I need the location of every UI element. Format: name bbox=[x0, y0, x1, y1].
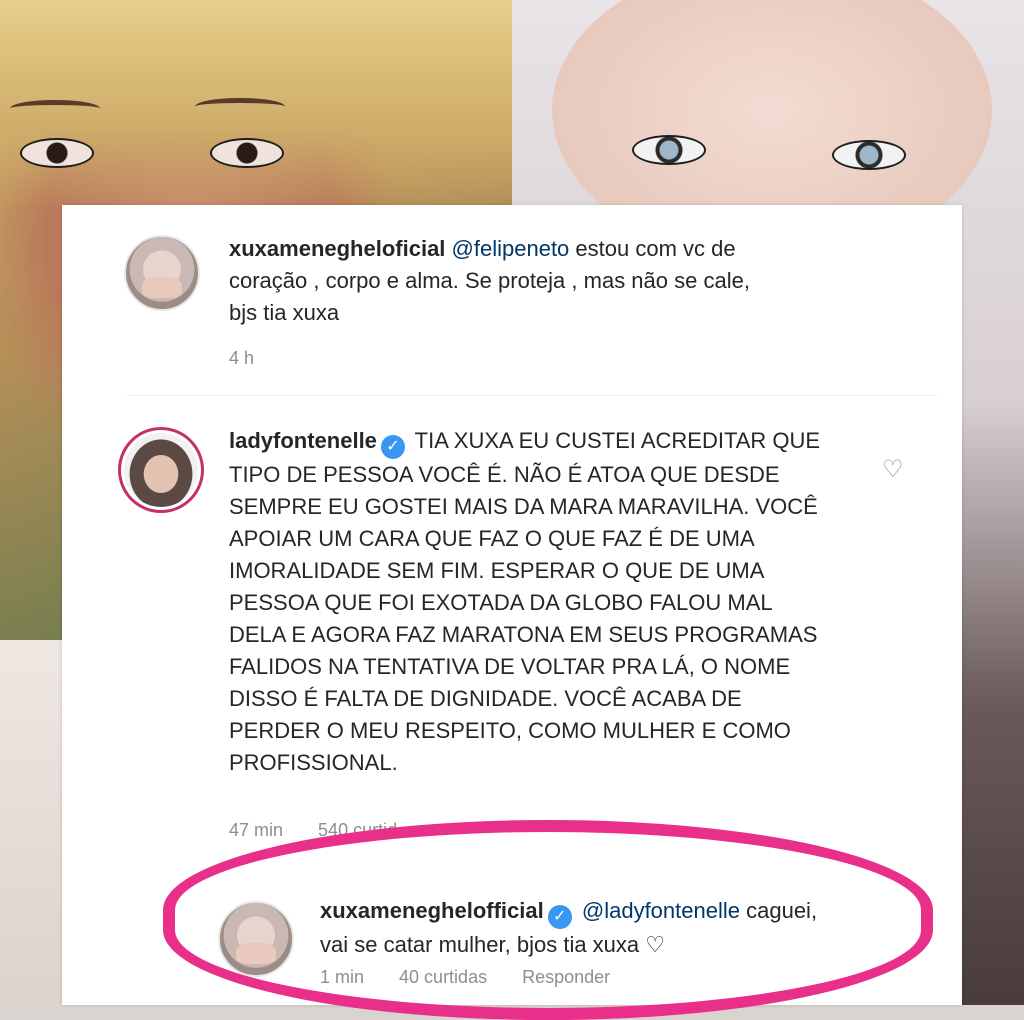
shirt-shape bbox=[0, 640, 70, 1005]
comment-meta: 4 h bbox=[229, 348, 284, 369]
eye-right bbox=[832, 140, 906, 170]
verified-badge-icon: ✓ bbox=[380, 435, 405, 459]
comment-line: FALIDOS NA TENTATIVA DE VOLTAR PRA LÁ, O… bbox=[229, 654, 791, 679]
comment-line: IMORALIDADE SEM FIM. ESPERAR O QUE DE UM… bbox=[229, 558, 765, 583]
avatar[interactable] bbox=[124, 235, 200, 311]
comment-line: SEMPRE EU GOSTEI MAIS DA MARA MARAVILHA.… bbox=[229, 494, 818, 519]
eye-left bbox=[20, 138, 94, 168]
hands-shape bbox=[141, 276, 183, 299]
comment-line: PERDER O MEU RESPEITO, COMO MULHER E COM… bbox=[229, 718, 791, 743]
comment-line: DELA E AGORA FAZ MARATONA EM SEUS PROGRA… bbox=[229, 622, 818, 647]
comment-line: PESSOA QUE FOI EXOTADA DA GLOBO FALOU MA… bbox=[229, 590, 773, 615]
comment-line: DISSO É FALTA DE DIGNIDADE. VOCÊ ACABA D… bbox=[229, 686, 742, 711]
comment-text: xuxameneghelоficial @felipeneto estou co… bbox=[229, 233, 750, 329]
comment-text: ladyfontenelle ✓ TIA XUXA EU CUSTEI ACRED… bbox=[229, 425, 820, 779]
eye-left bbox=[632, 135, 706, 165]
timestamp: 4 h bbox=[229, 348, 255, 368]
comment-line: coração , corpo e alma. Se proteja , mas… bbox=[229, 268, 750, 293]
comment-line: bjs tia xuxa bbox=[229, 300, 340, 325]
comment-line: PROFISSIONAL. bbox=[229, 750, 398, 775]
comment-line: APOIAR UM CARA QUE FAZ O QUE FAZ É DE UM… bbox=[229, 526, 755, 551]
like-heart-icon[interactable]: ♡ bbox=[882, 455, 904, 484]
timestamp: 47 min bbox=[229, 820, 284, 840]
eyebrow-right bbox=[195, 98, 285, 115]
avatar[interactable] bbox=[118, 427, 204, 513]
comment-line: TIA XUXA EU CUSTEI ACREDITAR QUE bbox=[414, 428, 821, 453]
highlight-circle bbox=[163, 820, 933, 1020]
username-link[interactable]: ladyfontenelle bbox=[229, 428, 377, 453]
username-link[interactable]: xuxameneghelоficial bbox=[229, 236, 445, 261]
comment-line: estou com vc de bbox=[575, 236, 736, 261]
eye-right bbox=[210, 138, 284, 168]
mention-link[interactable]: @felipeneto bbox=[452, 236, 570, 261]
comment-line: TIPO DE PESSOA VOCÊ É. NÃO É ATOA QUE DE… bbox=[229, 462, 780, 487]
divider bbox=[127, 395, 937, 396]
eyebrow-left bbox=[10, 100, 100, 117]
